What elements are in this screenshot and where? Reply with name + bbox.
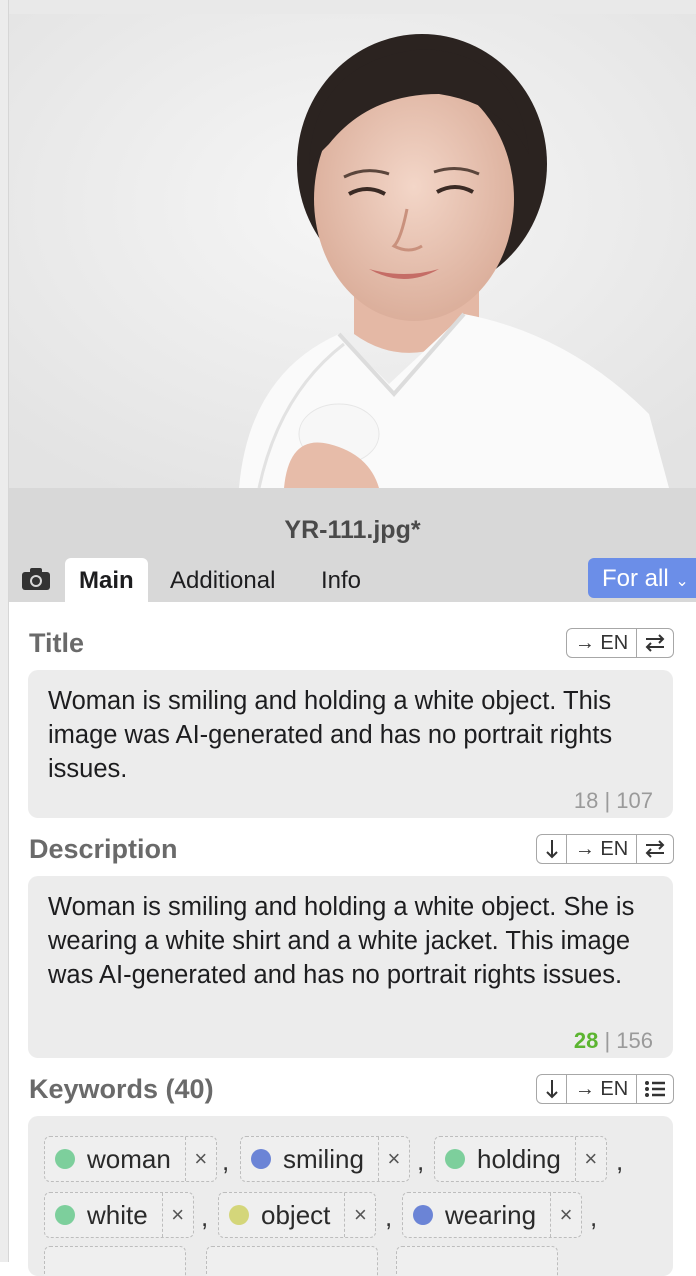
close-icon[interactable]: × <box>377 1137 409 1181</box>
description-count-max: 156 <box>616 1028 653 1053</box>
window-top-edge <box>0 0 696 15</box>
keywords-field[interactable]: woman × , smiling × , holding × , white … <box>28 1116 673 1276</box>
title-label: Title <box>29 628 85 658</box>
keyword-separator: , <box>616 1146 624 1176</box>
keyword-dot <box>55 1205 75 1225</box>
keyword-separator: , <box>417 1146 425 1176</box>
keyword-chip[interactable]: woman × <box>44 1136 217 1182</box>
keyword-chip[interactable]: wearing × <box>402 1192 583 1238</box>
title-field[interactable]: Woman is smiling and holding a white obj… <box>28 670 673 818</box>
keyword-chip[interactable] <box>44 1246 186 1276</box>
description-text: Woman is smiling and holding a white obj… <box>48 893 635 989</box>
description-counter: 28 | 156 <box>574 1024 653 1058</box>
swap-icon[interactable] <box>637 835 673 863</box>
close-icon[interactable]: × <box>550 1193 581 1237</box>
close-icon[interactable]: × <box>161 1193 193 1237</box>
tab-bar: Main Additional Info For all ⌄ <box>9 558 696 602</box>
for-all-label: For all <box>602 565 669 592</box>
translate-en-button[interactable]: → EN <box>567 629 637 657</box>
chevron-down-icon: ⌄ <box>675 573 689 590</box>
keyword-text: woman <box>87 1143 171 1174</box>
keyword-separator: , <box>222 1146 230 1176</box>
counter-separator: | <box>604 788 611 813</box>
arrow-down-icon[interactable] <box>537 835 567 863</box>
window-left-edge <box>0 0 9 1262</box>
title-counter: 18 | 107 <box>574 784 653 818</box>
tab-additional[interactable]: Additional <box>170 558 275 602</box>
keyword-dot <box>251 1149 271 1169</box>
title-translate-group: → EN <box>566 628 674 658</box>
keyword-chip[interactable] <box>206 1246 378 1276</box>
description-translate-group: → EN <box>536 834 674 864</box>
image-preview <box>9 14 696 488</box>
keyword-dot <box>229 1205 249 1225</box>
counter-separator: | <box>604 1028 611 1053</box>
keyword-separator: , <box>201 1202 209 1232</box>
tab-main[interactable]: Main <box>65 558 148 602</box>
arrow-down-icon[interactable] <box>537 1075 567 1103</box>
title-text: Woman is smiling and holding a white obj… <box>48 687 613 783</box>
description-label: Description <box>29 834 178 864</box>
swap-icon[interactable] <box>637 629 673 657</box>
for-all-dropdown[interactable]: For all ⌄ <box>588 558 696 598</box>
keyword-text: object <box>261 1199 331 1230</box>
translate-en-button[interactable]: → EN <box>567 835 637 863</box>
description-count-used: 28 <box>573 1028 599 1053</box>
close-icon[interactable]: × <box>344 1193 375 1237</box>
close-icon[interactable]: × <box>184 1137 216 1181</box>
keyword-separator: , <box>590 1202 598 1232</box>
keyword-chip[interactable]: holding × <box>434 1136 607 1182</box>
keyword-dot <box>413 1205 433 1225</box>
keyword-text: white <box>87 1199 148 1230</box>
keyword-chip[interactable] <box>396 1246 558 1276</box>
file-name: YR-111.jpg* <box>284 516 421 544</box>
camera-icon[interactable] <box>21 567 51 591</box>
title-count-used: 18 <box>573 788 599 813</box>
tab-info[interactable]: Info <box>321 558 361 602</box>
keyword-dot <box>55 1149 75 1169</box>
filename-bar: YR-111.jpg* <box>9 488 696 558</box>
keyword-text: wearing <box>445 1199 537 1230</box>
keyword-separator: , <box>385 1202 393 1232</box>
keyword-chip[interactable]: object × <box>218 1192 377 1238</box>
title-count-max: 107 <box>616 788 653 813</box>
keyword-chip[interactable]: smiling × <box>240 1136 410 1182</box>
keyword-text: holding <box>477 1143 561 1174</box>
keyword-text: smiling <box>283 1143 364 1174</box>
close-icon[interactable]: × <box>574 1137 606 1181</box>
translate-en-button[interactable]: → EN <box>567 1075 637 1103</box>
keywords-translate-group: → EN <box>536 1074 674 1104</box>
keyword-dot <box>445 1149 465 1169</box>
description-field[interactable]: Woman is smiling and holding a white obj… <box>28 876 673 1058</box>
keyword-chip[interactable]: white × <box>44 1192 194 1238</box>
list-icon[interactable] <box>637 1075 673 1103</box>
keywords-label: Keywords (40) <box>29 1074 214 1104</box>
